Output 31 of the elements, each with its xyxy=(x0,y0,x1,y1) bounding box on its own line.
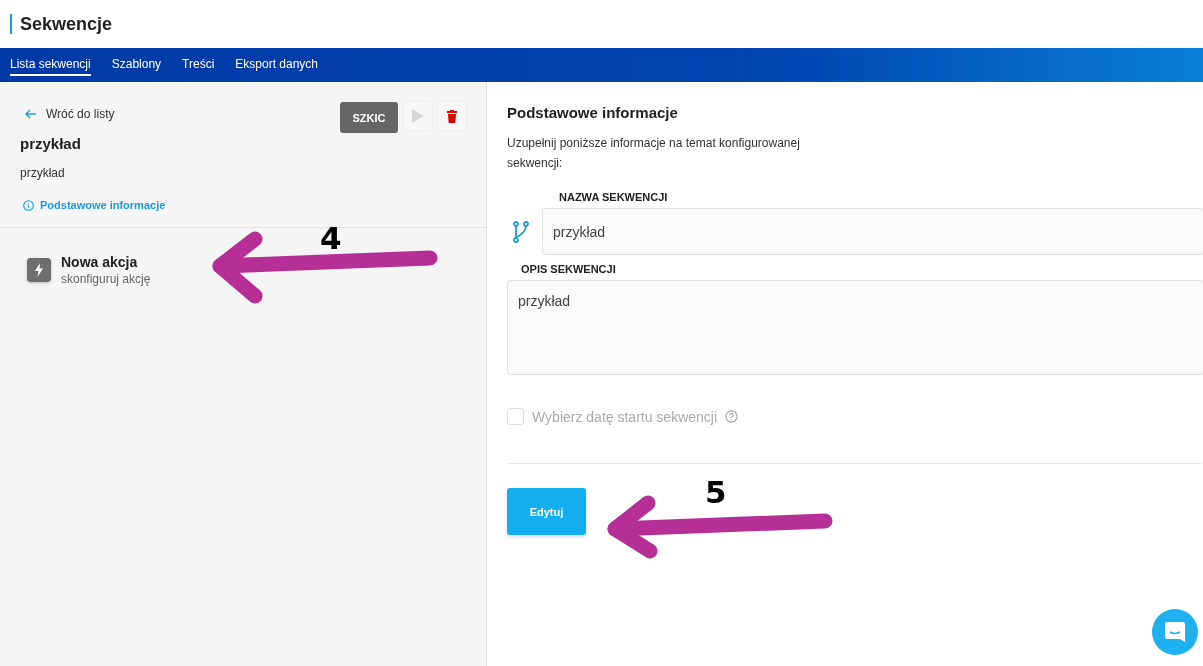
nav-tab[interactable]: Eksport danych xyxy=(235,54,319,76)
action-item[interactable]: Nowa akcja skonfiguruj akcję xyxy=(27,254,151,286)
annotation-number: 5 xyxy=(705,474,727,510)
action-subtitle: skonfiguruj akcję xyxy=(61,272,151,286)
checkbox-label: Wybierz datę startu sekwencji xyxy=(532,408,718,425)
action-title: Nowa akcja xyxy=(61,254,139,270)
sequence-title: przykład xyxy=(20,135,82,152)
info-icon xyxy=(23,199,34,211)
back-link[interactable]: Wróć do listy xyxy=(20,107,166,121)
play-icon xyxy=(411,108,425,124)
form-heading: Podstawowe informacje xyxy=(507,104,679,121)
chat-icon xyxy=(1163,620,1187,644)
help-icon[interactable] xyxy=(725,410,739,423)
input-field[interactable]: przykład xyxy=(542,208,1203,255)
branch-icon xyxy=(513,220,529,243)
lightning-icon xyxy=(27,258,51,282)
page-title: Sekwencje xyxy=(20,13,113,35)
nav-tab[interactable]: Szablony xyxy=(111,54,162,76)
form-intro: Uzupełnij poniższe informacje na temat konfigurowanej sekwencji: xyxy=(507,135,801,172)
textarea-field[interactable]: przykład xyxy=(507,280,1203,375)
trash-icon xyxy=(447,109,457,123)
nav-tab[interactable]: Treści xyxy=(182,54,215,76)
annotation-number: 4 xyxy=(320,220,342,256)
delete-button[interactable] xyxy=(438,102,466,130)
field-label: NAZWA SEKWENCJI xyxy=(558,191,669,203)
field-label: OPIS SEKWENCJI xyxy=(520,263,617,275)
arrow-left-icon xyxy=(25,109,37,119)
nav-tab[interactable]: Lista sekwencji xyxy=(10,54,91,76)
sequence-description: przykład xyxy=(20,166,66,180)
status-button[interactable]: SZKIC xyxy=(340,102,398,133)
chat-button[interactable] xyxy=(1152,609,1198,655)
